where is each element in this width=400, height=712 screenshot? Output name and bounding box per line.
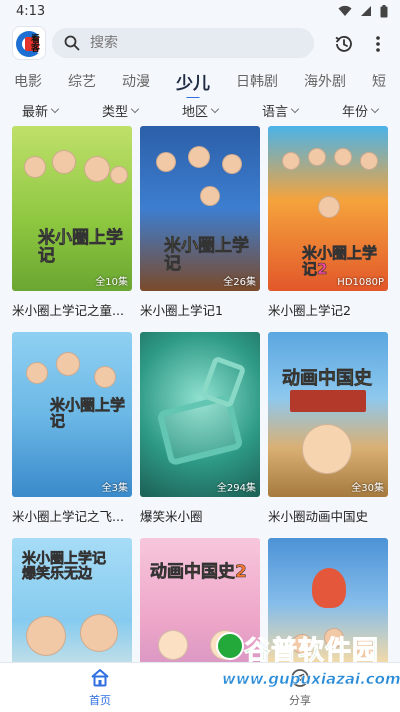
more-options-button[interactable] — [368, 32, 388, 56]
filter-bar: 最新 类型 地区 语言 年份 — [0, 98, 400, 122]
video-card[interactable]: 全294集 爆笑米小圈 — [140, 332, 260, 524]
video-poster[interactable]: 米小圈上学记 全26集 — [140, 126, 260, 291]
poster-art-title: 米小圈上学记 — [50, 396, 126, 430]
video-title: 米小圈上学记之飞... — [12, 509, 124, 524]
history-button[interactable] — [332, 32, 356, 56]
status-icons — [338, 4, 388, 18]
tab-short[interactable]: 短 — [372, 71, 386, 91]
video-poster[interactable]: 米小圈上学记2 HD1080P — [268, 126, 388, 291]
filter-label: 类型 — [101, 104, 128, 120]
top-bar: 看客 — [0, 24, 400, 62]
status-time: 4:13 — [16, 3, 46, 19]
episode-badge: 全3集 — [101, 483, 128, 494]
poster-art-title: 米小圈上学记 — [38, 228, 124, 266]
history-icon — [335, 36, 352, 52]
tab-movies[interactable]: 电影 — [14, 71, 42, 91]
nav-home[interactable]: 首页 — [0, 663, 200, 712]
episode-badge: 全26集 — [223, 277, 256, 288]
video-poster[interactable]: 动画中国史 全30集 — [268, 332, 388, 497]
video-card[interactable]: 米小圈上学记 全26集 米小圈上学记1 — [140, 126, 260, 318]
video-title: 米小圈上学记1 — [140, 303, 223, 318]
wifi-icon — [338, 5, 352, 16]
chevron-down-icon — [50, 104, 60, 113]
video-title: 爆笑米小圈 — [140, 509, 203, 524]
episode-badge: 全294集 — [216, 483, 256, 494]
nav-label: 分享 — [289, 694, 311, 707]
filter-label: 地区 — [181, 104, 208, 120]
compass-icon — [289, 667, 311, 689]
video-card[interactable]: 米小圈上学记 全3集 米小圈上学记之飞... — [12, 332, 132, 524]
battery-icon — [380, 4, 388, 17]
episode-badge: HD1080P — [337, 277, 384, 288]
poster-art-title: 米小圈上学记2 — [302, 244, 378, 278]
filter-year[interactable]: 年份 — [320, 101, 400, 120]
filter-label: 最新 — [21, 104, 48, 120]
episode-badge: 全10集 — [95, 277, 128, 288]
more-vertical-icon — [376, 36, 380, 52]
episode-badge: 全30集 — [351, 483, 384, 494]
nav-share[interactable]: 分享 — [200, 663, 400, 712]
tab-anime[interactable]: 动漫 — [122, 71, 150, 91]
tab-overseas-drama[interactable]: 海外剧 — [304, 71, 346, 91]
video-title: 米小圈上学记之童... — [12, 303, 124, 318]
video-poster[interactable]: 米小圈上学记 全10集 — [12, 126, 132, 291]
video-card[interactable]: 米小圈上学记2 HD1080P 米小圈上学记2 — [268, 126, 388, 318]
video-title: 米小圈上学记2 — [268, 303, 351, 318]
video-poster[interactable]: 全294集 — [140, 332, 260, 497]
chevron-down-icon — [370, 104, 380, 113]
filter-language[interactable]: 语言 — [240, 101, 320, 120]
home-icon — [89, 667, 111, 689]
tab-kids[interactable]: 少儿 — [176, 69, 210, 98]
filter-region[interactable]: 地区 — [160, 101, 240, 120]
filter-label: 语言 — [261, 104, 288, 120]
video-poster[interactable]: 米小圈上学记 全3集 — [12, 332, 132, 497]
poster-art-title: 动画中国史 — [282, 368, 373, 389]
video-grid: 米小圈上学记 全10集 米小圈上学记之童... 米小圈上学记 全26集 米小圈上… — [12, 126, 388, 712]
search-input[interactable] — [90, 35, 290, 51]
search-icon — [64, 35, 80, 51]
bottom-nav: 首页 分享 — [0, 662, 400, 712]
signal-icon — [361, 6, 371, 16]
category-tabs: 电影 综艺 动漫 少儿 日韩剧 海外剧 短 — [0, 64, 400, 98]
chevron-down-icon — [290, 104, 300, 113]
search-bar[interactable] — [52, 28, 314, 58]
video-title: 米小圈动画中国史 — [268, 509, 369, 524]
poster-art-title: 动画中国史2 — [150, 562, 247, 582]
poster-art-title: 米小圈上学记 — [164, 236, 250, 274]
tab-variety[interactable]: 综艺 — [68, 71, 96, 91]
status-bar: 4:13 — [0, 0, 400, 22]
video-card[interactable]: 米小圈上学记 全10集 米小圈上学记之童... — [12, 126, 132, 318]
video-card[interactable]: 动画中国史 全30集 米小圈动画中国史 — [268, 332, 388, 524]
chevron-down-icon — [210, 104, 220, 113]
nav-label: 首页 — [89, 694, 111, 707]
app-logo[interactable]: 看客 — [12, 26, 46, 60]
filter-type[interactable]: 类型 — [80, 101, 160, 120]
poster-art-title: 米小圈上学记 爆笑乐无边 — [22, 551, 107, 582]
chevron-down-icon — [130, 104, 140, 113]
tab-jp-kr-drama[interactable]: 日韩剧 — [236, 71, 278, 91]
filter-label: 年份 — [341, 104, 368, 120]
filter-latest[interactable]: 最新 — [0, 101, 80, 120]
